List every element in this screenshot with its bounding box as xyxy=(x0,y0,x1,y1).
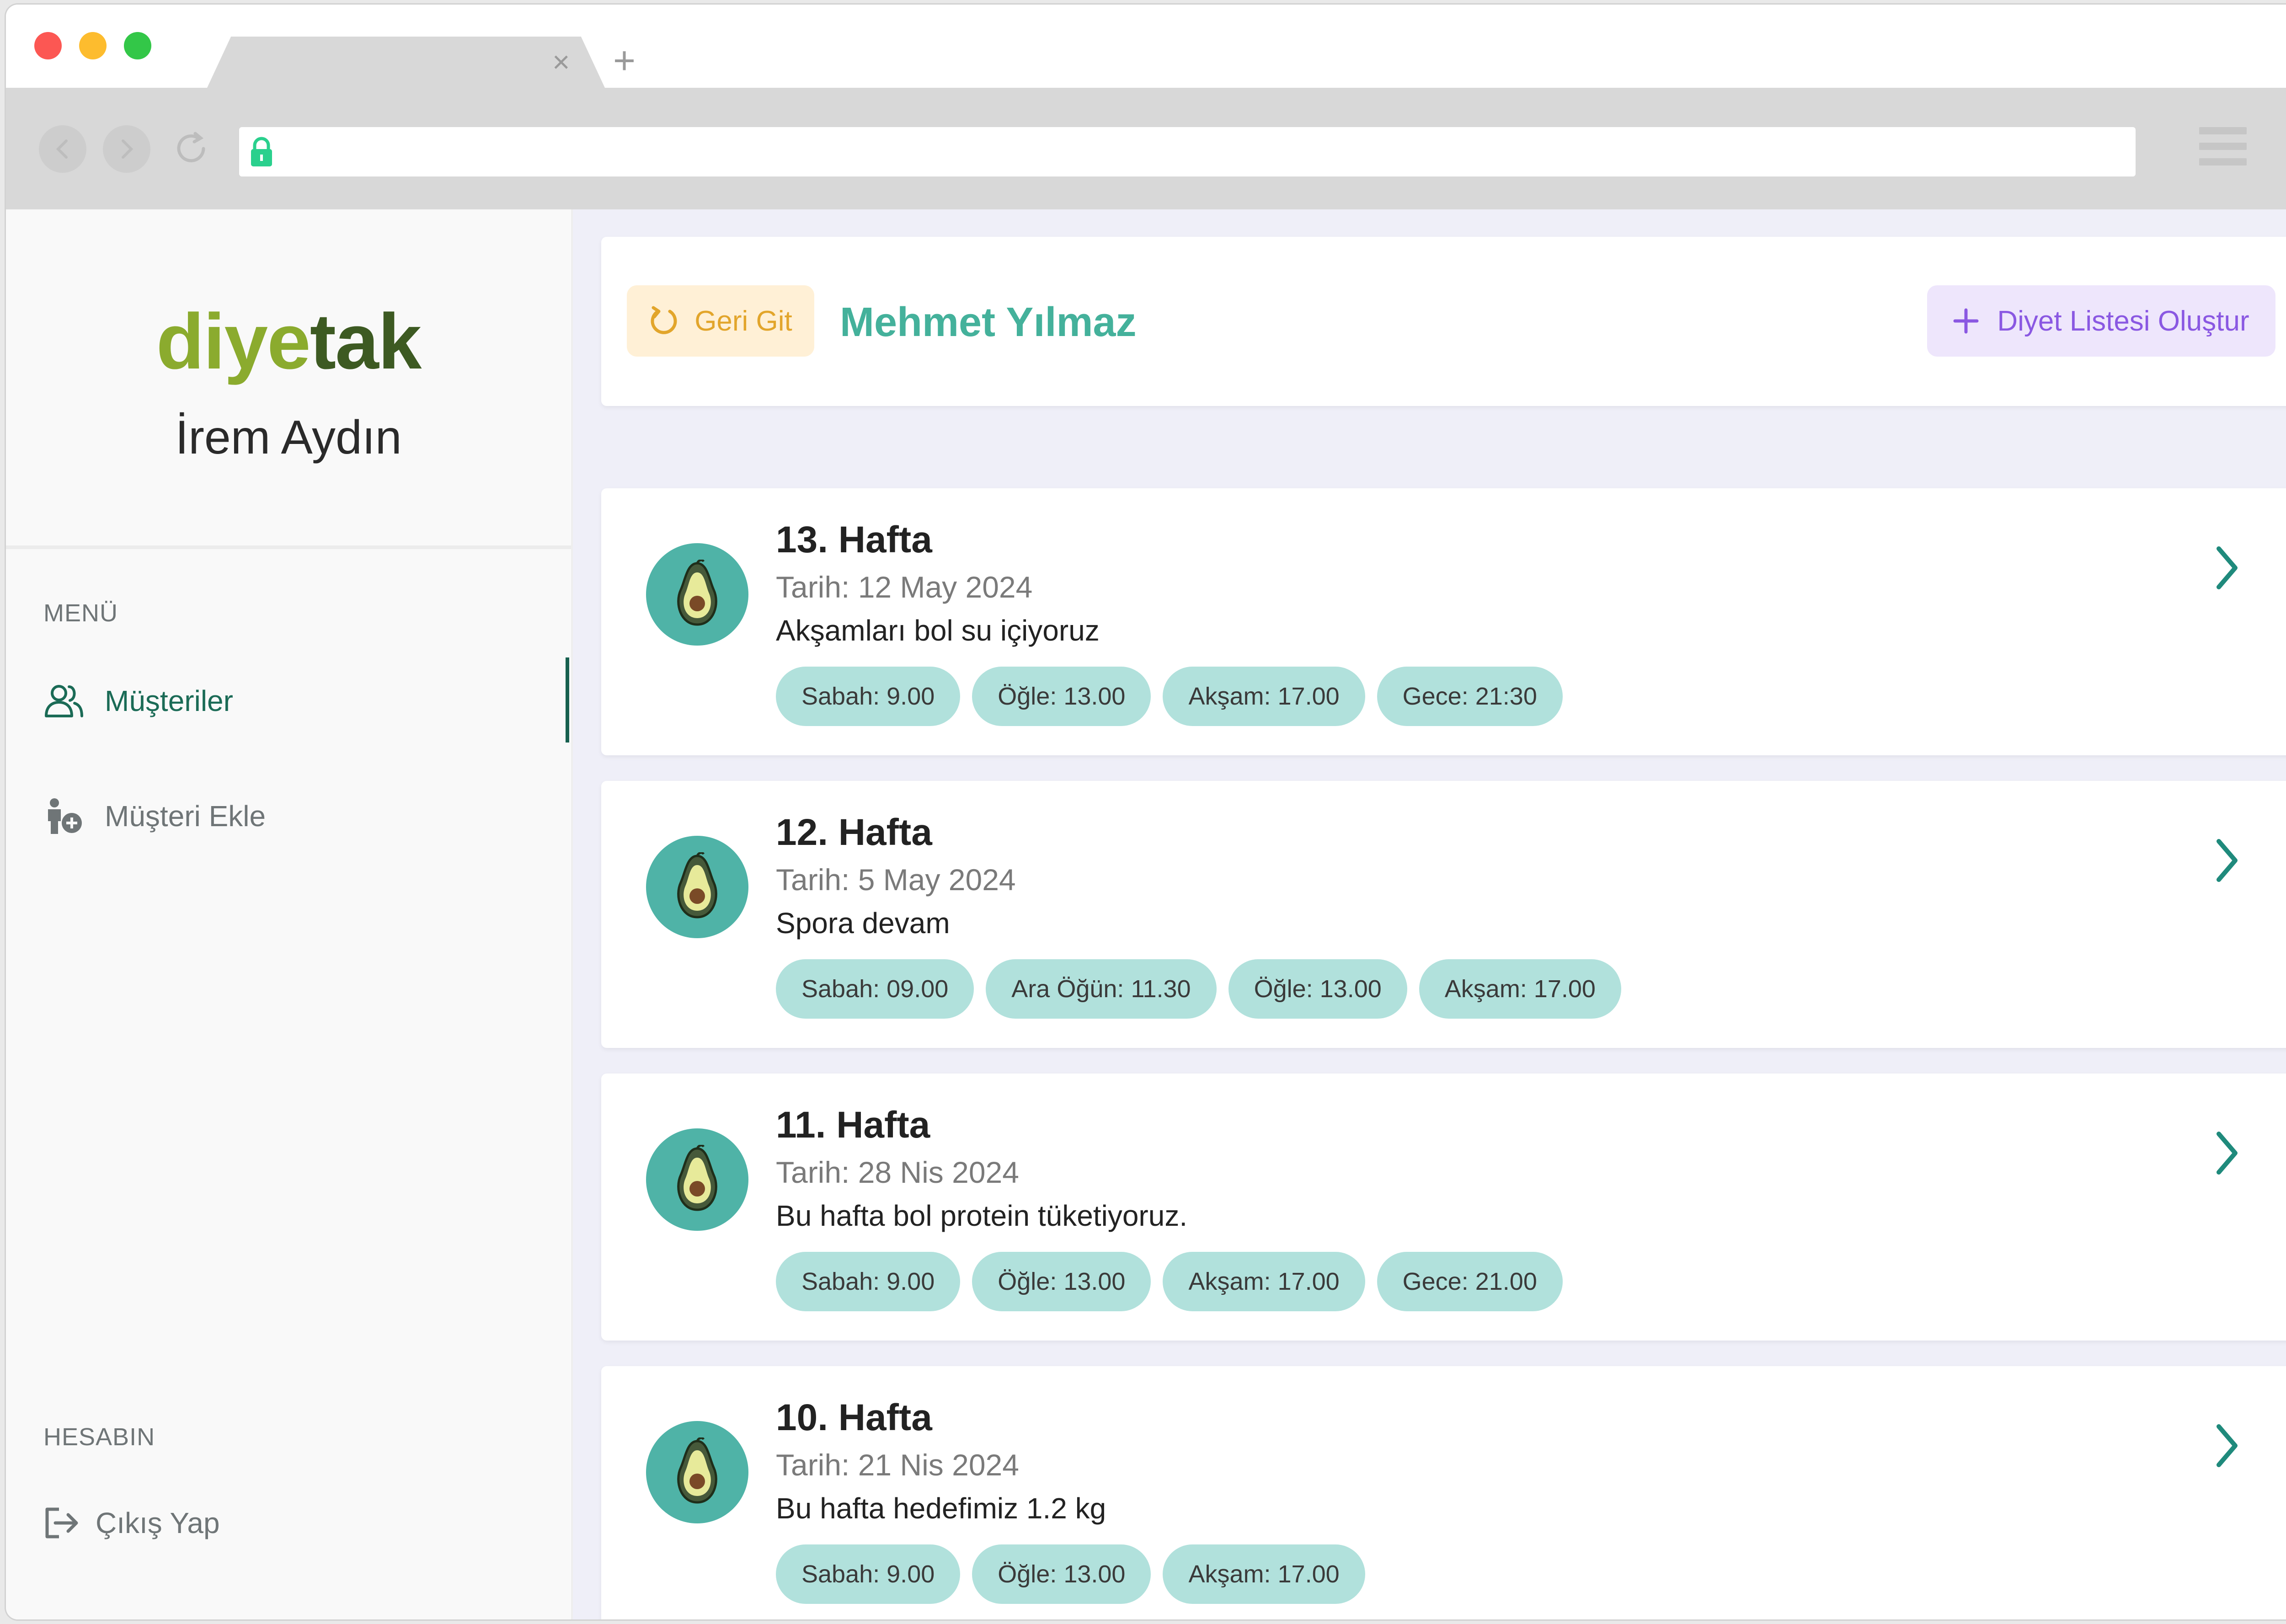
browser-toolbar xyxy=(6,88,2286,209)
meal-chip: Gece: 21:30 xyxy=(1377,667,1563,726)
logout-button[interactable]: Çıkış Yap xyxy=(43,1493,571,1553)
week-title: 12. Hafta xyxy=(776,812,932,853)
meal-chip: Sabah: 09.00 xyxy=(776,959,974,1019)
app-logo: diyetak xyxy=(6,296,571,387)
browser-menu-icon[interactable] xyxy=(2199,127,2247,174)
chevron-left-icon xyxy=(56,139,68,159)
create-diet-list-button[interactable]: Diyet Listesi Oluştur xyxy=(1927,285,2275,357)
app-root: diyetak İrem Aydın MENÜ Müşteriler Müşte… xyxy=(6,209,2286,1619)
window-minimize-icon[interactable] xyxy=(79,32,107,59)
back-nav-button[interactable] xyxy=(39,125,86,173)
logo-text-part2: tak xyxy=(310,298,422,385)
meal-chip: Sabah: 9.00 xyxy=(776,1544,961,1604)
week-note: Bu hafta hedefimiz 1.2 kg xyxy=(776,1492,1106,1525)
week-card[interactable]: 10. Hafta Tarih: 21 Nis 2024 Bu hafta he… xyxy=(601,1366,2286,1619)
browser-window: × + diyetak İrem Aydın MENÜ Müşteriler M… xyxy=(6,5,2286,1619)
forward-nav-button[interactable] xyxy=(103,125,150,173)
week-date: Tarih: 12 May 2024 xyxy=(776,570,1033,604)
avocado-icon xyxy=(677,560,717,626)
sidebar: diyetak İrem Aydın MENÜ Müşteriler Müşte… xyxy=(6,209,573,1619)
plus-icon xyxy=(1953,308,1979,334)
new-tab-icon[interactable]: + xyxy=(613,41,636,80)
back-button-label: Geri Git xyxy=(694,305,792,337)
window-close-icon[interactable] xyxy=(34,32,62,59)
meal-chip: Öğle: 13.00 xyxy=(1228,959,1407,1019)
meal-chip: Ara Öğün: 11.30 xyxy=(986,959,1217,1019)
week-date: Tarih: 28 Nis 2024 xyxy=(776,1155,1019,1189)
chevron-right-icon[interactable] xyxy=(2214,838,2240,883)
week-title: 13. Hafta xyxy=(776,519,932,561)
meal-chip: Akşam: 17.00 xyxy=(1163,1252,1365,1311)
meal-chip: Sabah: 9.00 xyxy=(776,667,961,726)
meal-chips: Sabah: 9.00 Öğle: 13.00 Akşam: 17.00 Gec… xyxy=(776,667,1575,726)
account-section-label: HESABIN xyxy=(43,1423,155,1451)
browser-tab[interactable] xyxy=(207,37,605,88)
chevron-right-icon[interactable] xyxy=(2214,1130,2240,1176)
meal-chip: Öğle: 13.00 xyxy=(972,1544,1151,1604)
active-item-indicator xyxy=(566,657,569,743)
week-note: Akşamları bol su içiyoruz xyxy=(776,614,1100,647)
sidebar-item-label: Müşteri Ekle xyxy=(105,800,266,833)
tab-close-icon[interactable]: × xyxy=(552,47,570,77)
avocado-icon xyxy=(677,852,717,919)
avocado-avatar xyxy=(646,1421,748,1523)
users-icon xyxy=(45,685,83,717)
avocado-avatar xyxy=(646,543,748,646)
sidebar-item-musteriler[interactable]: Müşteriler xyxy=(43,671,571,731)
chevron-right-icon xyxy=(122,139,134,159)
meal-chips: Sabah: 9.00 Öğle: 13.00 Akşam: 17.00 xyxy=(776,1544,1377,1604)
logout-label: Çıkış Yap xyxy=(96,1506,220,1539)
browser-tab-bar: × + xyxy=(6,5,2286,88)
back-button[interactable]: Geri Git xyxy=(627,285,814,357)
reload-icon[interactable] xyxy=(171,129,211,168)
sidebar-divider xyxy=(6,545,571,549)
week-card[interactable]: 13. Hafta Tarih: 12 May 2024 Akşamları b… xyxy=(601,488,2286,755)
avocado-avatar xyxy=(646,836,748,938)
client-header-card: Geri Git Mehmet Yılmaz Diyet Listesi Olu… xyxy=(601,237,2286,406)
meal-chip: Akşam: 17.00 xyxy=(1163,1544,1365,1604)
sidebar-item-musteri-ekle[interactable]: Müşteri Ekle xyxy=(43,786,571,846)
week-date: Tarih: 5 May 2024 xyxy=(776,863,1016,897)
sidebar-item-label: Müşteriler xyxy=(105,684,233,717)
chevron-right-icon[interactable] xyxy=(2214,545,2240,591)
week-title: 10. Hafta xyxy=(776,1397,932,1438)
refresh-back-icon xyxy=(651,306,677,334)
logo-text-part1: diye xyxy=(156,298,311,385)
meal-chip: Öğle: 13.00 xyxy=(972,1252,1151,1311)
menu-section-label: MENÜ xyxy=(43,599,118,627)
window-maximize-icon[interactable] xyxy=(124,32,151,59)
meal-chip: Gece: 21.00 xyxy=(1377,1252,1563,1311)
client-name: Mehmet Yılmaz xyxy=(840,299,1137,345)
current-user-name: İrem Aydın xyxy=(175,411,402,464)
avocado-avatar xyxy=(646,1128,748,1231)
add-user-icon xyxy=(48,798,82,834)
meal-chip: Öğle: 13.00 xyxy=(972,667,1151,726)
logout-icon xyxy=(45,1507,78,1539)
chevron-right-icon[interactable] xyxy=(2214,1423,2240,1469)
address-bar[interactable] xyxy=(239,127,2136,176)
meal-chips: Sabah: 9.00 Öğle: 13.00 Akşam: 17.00 Gec… xyxy=(776,1252,1575,1311)
meal-chip: Akşam: 17.00 xyxy=(1163,667,1365,726)
week-title: 11. Hafta xyxy=(776,1104,930,1146)
week-note: Spora devam xyxy=(776,907,950,940)
lock-icon xyxy=(251,137,272,166)
meal-chips: Sabah: 09.00 Ara Öğün: 11.30 Öğle: 13.00… xyxy=(776,959,1633,1019)
avocado-icon xyxy=(677,1437,717,1504)
create-button-label: Diyet Listesi Oluştur xyxy=(1997,305,2249,337)
main-content: Geri Git Mehmet Yılmaz Diyet Listesi Olu… xyxy=(573,209,2286,1619)
week-date: Tarih: 21 Nis 2024 xyxy=(776,1448,1019,1482)
week-card[interactable]: 12. Hafta Tarih: 5 May 2024 Spora devam … xyxy=(601,781,2286,1048)
week-note: Bu hafta bol protein tüketiyoruz. xyxy=(776,1199,1188,1232)
week-card[interactable]: 11. Hafta Tarih: 28 Nis 2024 Bu hafta bo… xyxy=(601,1074,2286,1341)
meal-chip: Sabah: 9.00 xyxy=(776,1252,961,1311)
meal-chip: Akşam: 17.00 xyxy=(1419,959,1621,1019)
avocado-icon xyxy=(677,1145,717,1211)
